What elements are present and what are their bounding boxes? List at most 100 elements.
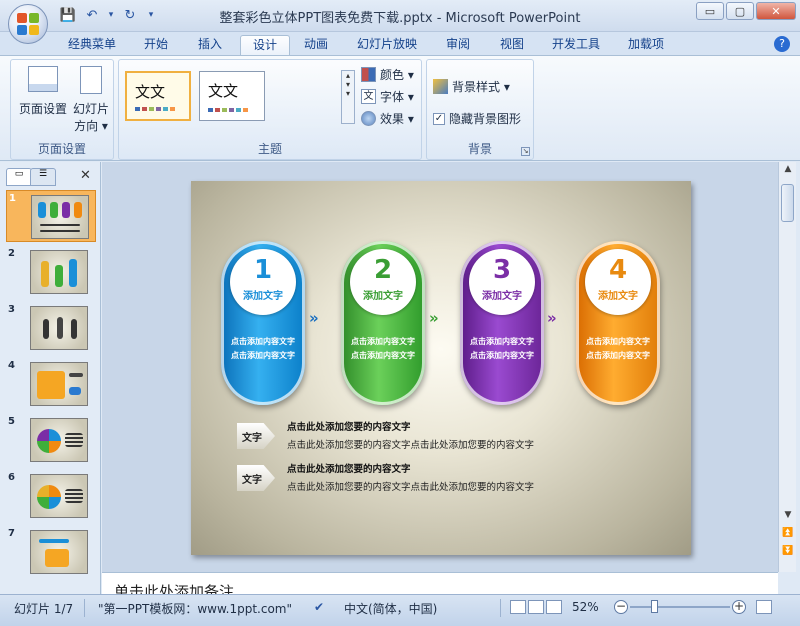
themes-group: 文文 文文 ▴ ▾ ▾ 颜色 ▾ 文 字体 ▾ 效果 ▾ 主题: [118, 59, 422, 160]
zoom-level[interactable]: 52%: [572, 600, 599, 614]
theme-fonts-button[interactable]: 文 字体 ▾: [361, 88, 414, 105]
notes-pane[interactable]: 单击此处添加备注: [102, 572, 778, 594]
tab-animations[interactable]: 动画: [292, 35, 340, 56]
chevron-arrow-icon: »: [429, 309, 438, 327]
themes-group-label: 主题: [257, 142, 282, 156]
checkbox-checked-icon: ✓: [433, 112, 445, 125]
chevron-arrow-icon: »: [547, 309, 556, 327]
step-label: 添加文字: [363, 291, 403, 302]
page-setup-group-label: 页面设置: [37, 142, 86, 156]
step-circle: 2 添加文字: [350, 249, 416, 315]
step-pill-4[interactable]: 4 添加文字 点击添加内容文字 点击添加内容文字: [576, 241, 660, 405]
slide-thumbnail-7[interactable]: 7: [6, 526, 96, 578]
page-setup-group: 页面设置 幻灯片 方向 ▾ 页面设置: [10, 59, 114, 160]
slide-thumbnail-4[interactable]: 4: [6, 358, 96, 410]
step-body-line: 点击添加内容文字: [231, 337, 295, 346]
tab-developer[interactable]: 开发工具: [540, 35, 612, 56]
tab-review[interactable]: 审阅: [434, 35, 482, 56]
tab-slide-show[interactable]: 幻灯片放映: [345, 35, 429, 56]
scroll-thumb[interactable]: [781, 184, 794, 222]
pane-tabs: ▭ ☰ ✕: [6, 168, 96, 186]
language-indicator[interactable]: 中文(简体，中国): [344, 600, 437, 617]
scroll-up-icon[interactable]: ▲: [781, 164, 795, 174]
minimize-button[interactable]: ▭: [696, 2, 724, 20]
slide-thumbnail-6[interactable]: 6: [6, 470, 96, 522]
slide-preview: [30, 474, 88, 518]
slide-number: 6: [8, 472, 15, 483]
step-pill-2[interactable]: 2 添加文字 点击添加内容文字 点击添加内容文字: [341, 241, 425, 405]
step-pill-3[interactable]: 3 添加文字 点击添加内容文字 点击添加内容文字: [460, 241, 544, 405]
zoom-slider-track[interactable]: [630, 606, 730, 608]
tab-view[interactable]: 视图: [488, 35, 536, 56]
fit-to-window-icon[interactable]: [756, 600, 772, 614]
bullet-title: 点击此处添加您要的内容文字: [287, 422, 411, 433]
theme-effects-button[interactable]: 效果 ▾: [361, 110, 414, 127]
effects-icon: [361, 111, 376, 126]
theme-colors-button[interactable]: 颜色 ▾: [361, 66, 414, 83]
slide-thumbnail-5[interactable]: 5: [6, 414, 96, 466]
slide-number: 5: [8, 416, 15, 427]
slide-orientation-label-2: 方向 ▾: [74, 119, 108, 133]
text-bullet-2[interactable]: 文字 点击此处添加您要的内容文字 点击此处添加您要的内容文字点击此处添加您要的内…: [237, 461, 657, 497]
zoom-slider-thumb[interactable]: [651, 600, 658, 613]
theme-colors-label: 颜色 ▾: [380, 68, 414, 82]
slide-orientation-button[interactable]: 幻灯片 方向 ▾: [69, 66, 113, 134]
step-circle: 3 添加文字: [469, 249, 535, 315]
background-styles-button[interactable]: 背景样式 ▾: [433, 78, 510, 95]
step-body: 点击添加内容文字 点击添加内容文字: [576, 335, 660, 363]
step-body-line: 点击添加内容文字: [470, 351, 534, 360]
slides-tab[interactable]: ▭: [6, 168, 32, 186]
step-label: 添加文字: [243, 291, 283, 302]
theme-thumb-text: 文文: [208, 82, 239, 100]
dialog-launcher-icon[interactable]: ↘: [521, 147, 530, 156]
theme-swatches: [135, 107, 175, 111]
slide-number: 1: [9, 193, 16, 204]
maximize-button[interactable]: ▢: [726, 2, 754, 20]
theme-thumbnail-custom[interactable]: 文文: [199, 71, 265, 121]
spell-check-icon[interactable]: ✔: [314, 600, 324, 614]
previous-slide-icon[interactable]: ⏫: [781, 528, 795, 538]
tab-addins[interactable]: 加载项: [616, 35, 676, 56]
normal-view-icon[interactable]: [510, 600, 526, 614]
page-setup-button[interactable]: 页面设置: [15, 66, 71, 117]
help-icon[interactable]: ?: [774, 36, 790, 52]
close-button[interactable]: ✕: [756, 2, 796, 20]
chevron-arrow-icon: »: [309, 309, 318, 327]
tab-insert[interactable]: 插入: [186, 35, 234, 56]
step-label: 添加文字: [598, 291, 638, 302]
outline-tab[interactable]: ☰: [30, 168, 56, 186]
step-pill-1[interactable]: 1 添加文字 点击添加内容文字 点击添加内容文字: [221, 241, 305, 405]
scroll-down-icon[interactable]: ▼: [781, 510, 795, 520]
slide-show-view-icon[interactable]: [546, 600, 562, 614]
next-slide-icon[interactable]: ⏬: [781, 546, 795, 556]
background-group-label: 背景: [467, 142, 492, 156]
slide-thumbnail-1[interactable]: 1: [6, 190, 96, 242]
vertical-scrollbar[interactable]: ▲ ▼ ⏫ ⏬: [778, 162, 796, 572]
hide-background-graphics-checkbox[interactable]: ✓ 隐藏背景图形: [433, 110, 521, 127]
tab-classic-menu[interactable]: 经典菜单: [56, 35, 128, 56]
slide-number: 4: [8, 360, 15, 371]
office-button[interactable]: [8, 4, 48, 44]
slide-thumbnail-2[interactable]: 2: [6, 246, 96, 298]
bullet-description: 点击此处添加您要的内容文字点击此处添加您要的内容文字: [287, 482, 535, 493]
theme-thumbnail-office[interactable]: 文文: [125, 71, 191, 121]
hide-background-graphics-label: 隐藏背景图形: [449, 112, 522, 126]
window-title: 整套彩色立体PPT图表免费下载.pptx - Microsoft PowerPo…: [219, 11, 581, 26]
slide-preview: [30, 362, 88, 406]
text-bullet-1[interactable]: 文字 点击此处添加您要的内容文字 点击此处添加您要的内容文字点击此处添加您要的内…: [237, 419, 657, 455]
background-group: 背景样式 ▾ ✓ 隐藏背景图形 背景 ↘: [426, 59, 534, 160]
step-number: 1: [253, 255, 273, 285]
step-number: 3: [492, 255, 512, 285]
slide-canvas[interactable]: 1 添加文字 点击添加内容文字 点击添加内容文字 » 2 添加文字 点击添加内容…: [191, 181, 691, 555]
slide-orientation-label-1: 幻灯片: [72, 102, 109, 116]
slide-sorter-view-icon[interactable]: [528, 600, 544, 614]
tab-home[interactable]: 开始: [132, 35, 180, 56]
background-styles-label: 背景样式 ▾: [452, 80, 510, 94]
close-pane-icon[interactable]: ✕: [80, 168, 94, 183]
ribbon: 页面设置 幻灯片 方向 ▾ 页面设置 文文 文文 ▴ ▾ ▾ 颜色 ▾ 文 字体…: [0, 55, 800, 161]
zoom-in-icon[interactable]: +: [732, 600, 746, 614]
tab-design[interactable]: 设计: [240, 35, 291, 56]
theme-gallery-scroll[interactable]: ▴ ▾ ▾: [341, 70, 355, 124]
zoom-out-icon[interactable]: −: [614, 600, 628, 614]
slide-thumbnail-3[interactable]: 3: [6, 302, 96, 354]
